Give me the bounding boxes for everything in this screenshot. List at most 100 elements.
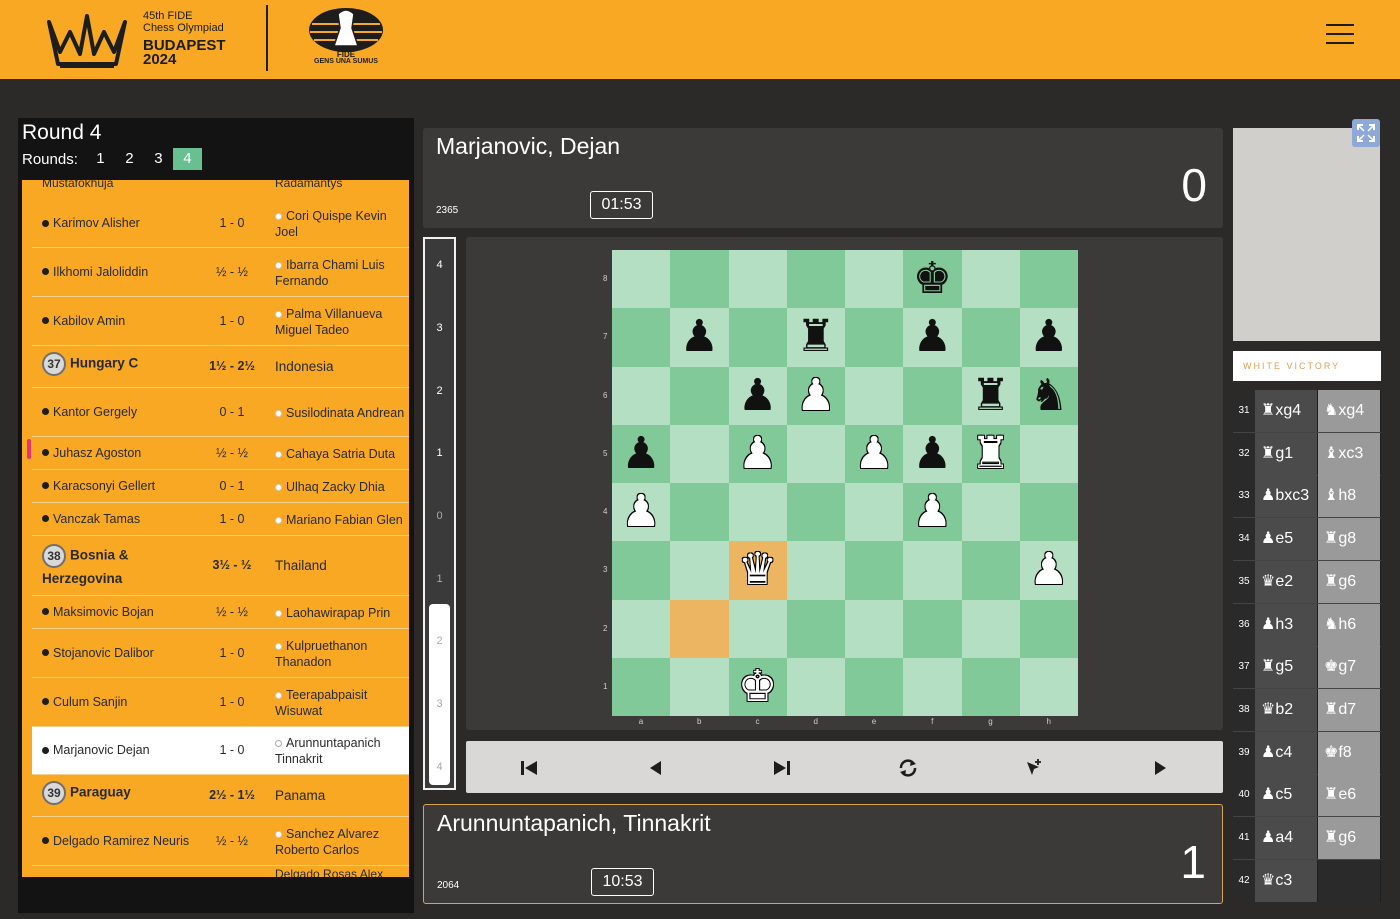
square-a5[interactable]: ♟ — [612, 424, 671, 483]
square-g5[interactable]: ♜ — [961, 424, 1020, 483]
square-h7[interactable]: ♟ — [1019, 308, 1078, 367]
white-move[interactable]: ♟h3 — [1255, 603, 1317, 646]
square-e8[interactable] — [845, 250, 904, 309]
square-c2[interactable] — [728, 599, 787, 658]
game-row[interactable]: Ilkhomi Jaloliddin ½ - ½ Ibarra Chami Luis… — [32, 248, 409, 297]
white-pawn-icon[interactable]: ♟ — [738, 431, 777, 476]
game-row[interactable]: Maksimovic Bojan ½ - ½ Laohawirapap Prin — [32, 596, 409, 629]
square-a1[interactable] — [612, 657, 671, 716]
white-move[interactable]: ♜g1 — [1255, 432, 1317, 475]
white-king-icon[interactable]: ♚ — [738, 664, 777, 709]
black-move[interactable]: ♜d7 — [1318, 688, 1380, 731]
square-h1[interactable] — [1019, 657, 1078, 716]
team-match-row[interactable]: 37 Hungary C 1½ - 2½ Indonesia — [32, 346, 409, 388]
game-row[interactable]: Kabilov Amin 1 - 0 Palma Villanueva Miguel… — [32, 297, 409, 346]
team-match-row[interactable]: 38 Bosnia & Herzegovina 3½ - ½ Thailand — [32, 536, 409, 596]
black-pawn-icon[interactable]: ♟ — [738, 373, 777, 418]
round-tab-4[interactable]: 4 — [172, 148, 202, 170]
round-tab-3[interactable]: 3 — [144, 148, 173, 170]
square-g8[interactable] — [961, 250, 1020, 309]
game-row[interactable]: Delgado Ramirez Neuris ½ - ½ Sanchez Alvar… — [32, 817, 409, 866]
square-h6[interactable]: ♞ — [1019, 366, 1078, 425]
square-f1[interactable] — [903, 657, 962, 716]
square-c7[interactable] — [728, 308, 787, 367]
white-move[interactable]: ♛b2 — [1255, 688, 1317, 731]
square-d4[interactable] — [786, 483, 845, 542]
square-h4[interactable] — [1019, 483, 1078, 542]
black-pawn-icon[interactable]: ♟ — [680, 315, 719, 359]
square-f5[interactable]: ♟ — [903, 424, 962, 483]
square-g2[interactable] — [961, 599, 1020, 658]
square-d6[interactable]: ♟ — [786, 366, 845, 425]
square-b1[interactable] — [670, 657, 729, 716]
square-g6[interactable]: ♜ — [961, 366, 1020, 425]
square-a7[interactable] — [612, 308, 671, 367]
square-f2[interactable] — [903, 599, 962, 658]
chess-board[interactable]: ♚ ♟ ♜ ♟ ♟ ♟ ♟ ♜ ♞ ♟ ♟ ♟ ♟ ♜ ♟ ♟ ♛ ♟ ♚ — [612, 250, 1078, 716]
white-move[interactable]: ♟a4 — [1255, 817, 1317, 859]
square-e2[interactable] — [845, 599, 904, 658]
white-move[interactable]: ♟c5 — [1255, 774, 1317, 817]
hamburger-menu-icon[interactable] — [1326, 24, 1354, 46]
square-h8[interactable] — [1019, 250, 1078, 309]
square-b5[interactable] — [670, 424, 729, 483]
white-pawn-icon[interactable]: ♟ — [854, 431, 893, 476]
white-pawn-icon[interactable]: ♟ — [913, 490, 952, 534]
white-pawn-icon[interactable]: ♟ — [621, 490, 660, 534]
square-d3[interactable] — [786, 541, 845, 600]
white-pawn-icon[interactable]: ♟ — [1029, 548, 1068, 592]
square-c3[interactable]: ♛ — [728, 541, 787, 600]
square-g4[interactable] — [961, 483, 1020, 542]
game-row[interactable]: Marjanovic Dejan 1 - 0 Arunnuntapanich Tin… — [32, 727, 409, 775]
square-f4[interactable]: ♟ — [903, 483, 962, 542]
square-b4[interactable] — [670, 483, 729, 542]
square-b2[interactable] — [670, 599, 729, 658]
white-move[interactable]: ♜xg4 — [1255, 390, 1317, 432]
team-match-row[interactable]: 39 Paraguay 2½ - 1½ Panama — [32, 775, 409, 817]
square-c5[interactable]: ♟ — [728, 424, 787, 483]
black-rook-icon[interactable]: ♜ — [796, 315, 835, 359]
square-g1[interactable] — [961, 657, 1020, 716]
square-b8[interactable] — [670, 250, 729, 309]
square-h2[interactable] — [1019, 599, 1078, 658]
square-e4[interactable] — [845, 483, 904, 542]
white-move[interactable]: ♟c4 — [1255, 731, 1317, 774]
round-tab-1[interactable]: 1 — [86, 148, 115, 170]
round-tab-2[interactable]: 2 — [115, 148, 144, 170]
square-a2[interactable] — [612, 599, 671, 658]
square-d5[interactable] — [786, 424, 845, 483]
play-icon[interactable] — [1147, 755, 1173, 781]
flip-board-icon[interactable] — [895, 755, 921, 781]
game-row[interactable]: Kantor Gergely 0 - 1 Susilodinata Andrean — [32, 388, 409, 437]
previous-move-icon[interactable] — [643, 755, 669, 781]
black-king-icon[interactable]: ♚ — [913, 257, 952, 301]
square-a4[interactable]: ♟ — [612, 483, 671, 542]
game-row[interactable]: Vanczak Tamas 1 - 0 Mariano Fabian Glen — [32, 503, 409, 536]
black-pawn-icon[interactable]: ♟ — [913, 315, 952, 359]
black-move[interactable]: ♝xc3 — [1318, 432, 1380, 475]
square-c1[interactable]: ♚ — [728, 657, 787, 716]
game-row[interactable]: Karimov Alisher 1 - 0 Cori Quispe Kevin Jo… — [32, 200, 409, 248]
square-b6[interactable] — [670, 366, 729, 425]
black-rook-icon[interactable]: ♜ — [971, 373, 1010, 418]
game-row[interactable]: Stojanovic Dalibor 1 - 0 Kulpruethanon Tha… — [32, 629, 409, 678]
black-move[interactable]: ♚g7 — [1318, 646, 1380, 689]
square-a3[interactable] — [612, 541, 671, 600]
white-pawn-icon[interactable]: ♟ — [796, 373, 835, 418]
white-move[interactable]: ♜g5 — [1255, 646, 1317, 689]
square-d8[interactable] — [786, 250, 845, 309]
black-pawn-icon[interactable]: ♟ — [621, 431, 660, 476]
square-d2[interactable] — [786, 599, 845, 658]
game-row[interactable]: Karacsonyi Gellert 0 - 1 Ulhaq Zacky Dhia — [32, 470, 409, 503]
black-pawn-icon[interactable]: ♟ — [913, 431, 952, 476]
square-f3[interactable] — [903, 541, 962, 600]
analysis-pointer-icon[interactable] — [1021, 755, 1047, 781]
square-a6[interactable] — [612, 366, 671, 425]
black-move[interactable]: ♜e6 — [1318, 774, 1380, 817]
white-move[interactable]: ♟bxc3 — [1255, 475, 1317, 518]
black-move[interactable]: ♞xg4 — [1318, 390, 1380, 432]
square-b3[interactable] — [670, 541, 729, 600]
move-list[interactable]: 31 ♜xg4 ♞xg4 32 ♜g1 ♝xc3 33 ♟bxc3 ♝h8 34 ♟e5 ♜g8 35 ♛… — [1233, 390, 1381, 902]
white-rook-icon[interactable]: ♜ — [971, 431, 1010, 476]
black-pawn-icon[interactable]: ♟ — [1029, 315, 1068, 359]
